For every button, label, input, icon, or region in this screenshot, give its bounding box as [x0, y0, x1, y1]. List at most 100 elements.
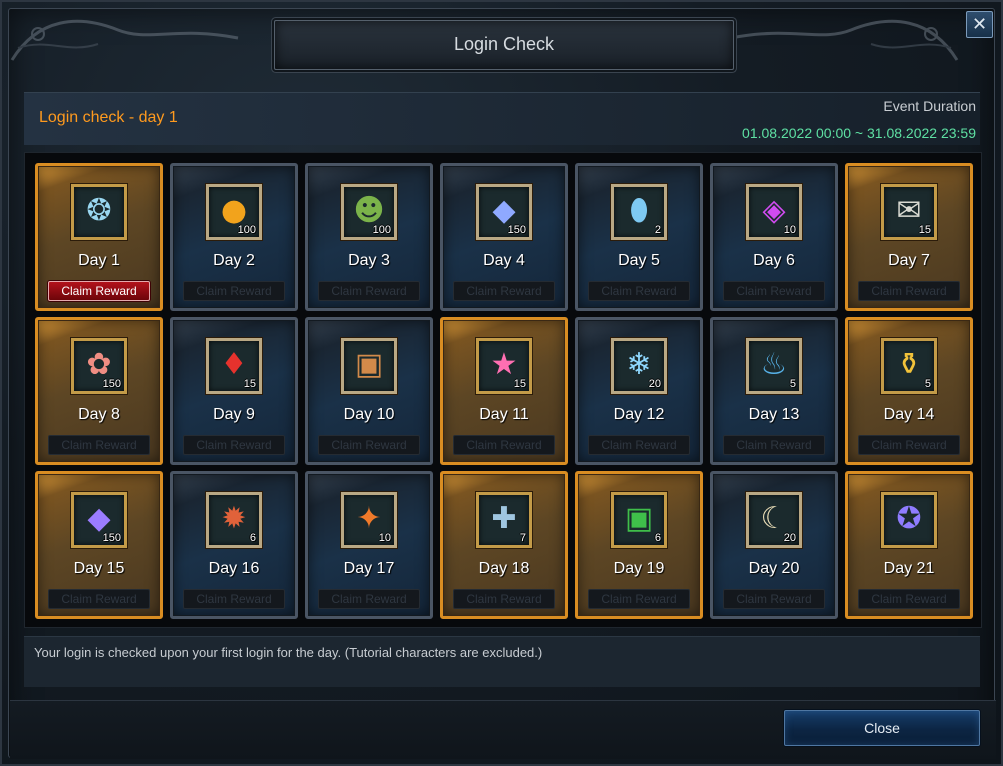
- reward-icon-frame[interactable]: ✚ 7: [476, 492, 532, 548]
- claim-reward-button: Claim Reward: [318, 435, 420, 455]
- reward-card[interactable]: ⚱ 5 Day 14 Claim Reward: [845, 317, 973, 465]
- reward-day-label: Day 11: [479, 406, 529, 423]
- title-bar: Login Check: [274, 20, 734, 70]
- reward-quantity: 10: [783, 224, 796, 236]
- window-title: Login Check: [453, 34, 555, 54]
- close-button[interactable]: Close: [784, 710, 980, 746]
- reward-icon-frame[interactable]: ◆ 150: [476, 184, 532, 240]
- reward-card[interactable]: ☻ 100 Day 3 Claim Reward: [305, 163, 433, 311]
- reward-day-label: Day 20: [748, 560, 800, 577]
- reward-card[interactable]: ✿ 150 Day 8 Claim Reward: [35, 317, 163, 465]
- claim-reward-button: Claim Reward: [48, 435, 150, 455]
- reward-card[interactable]: ▣ Day 10 Claim Reward: [305, 317, 433, 465]
- gift-box-icon: ▣: [354, 347, 384, 382]
- reward-icon-frame[interactable]: ✦ 10: [341, 492, 397, 548]
- reward-quantity: 150: [102, 378, 121, 390]
- reward-day-label: Day 15: [73, 560, 125, 577]
- reward-card[interactable]: ✦ 10 Day 17 Claim Reward: [305, 471, 433, 619]
- reward-icon-frame[interactable]: ☾ 20: [746, 492, 802, 548]
- reward-card[interactable]: ✪ Day 21 Claim Reward: [845, 471, 973, 619]
- reward-quantity: 10: [378, 532, 391, 544]
- reward-quantity: 150: [102, 532, 121, 544]
- reward-icon-frame[interactable]: ⚱ 5: [881, 338, 937, 394]
- reward-day-label: Day 19: [613, 560, 665, 577]
- reward-day-label: Day 5: [618, 252, 660, 269]
- reward-quantity: 15: [513, 378, 526, 390]
- close-icon[interactable]: ✕: [966, 11, 993, 38]
- reward-icon-frame[interactable]: ★ 15: [476, 338, 532, 394]
- reward-icon-frame[interactable]: ● 100: [206, 184, 262, 240]
- reward-day-label: Day 17: [343, 560, 395, 577]
- reward-day-label: Day 3: [348, 252, 390, 269]
- claim-reward-button: Claim Reward: [588, 589, 690, 609]
- reward-day-label: Day 21: [883, 560, 935, 577]
- reward-day-label: Day 4: [483, 252, 525, 269]
- reward-quantity: 20: [783, 532, 796, 544]
- reward-quantity: 7: [519, 532, 526, 544]
- claim-reward-button: Claim Reward: [858, 281, 960, 301]
- claim-reward-button: Claim Reward: [318, 589, 420, 609]
- reward-card[interactable]: ◆ 150 Day 4 Claim Reward: [440, 163, 568, 311]
- reward-icon-frame[interactable]: ▣: [341, 338, 397, 394]
- reward-card[interactable]: ⬮ 2 Day 5 Claim Reward: [575, 163, 703, 311]
- claim-reward-button[interactable]: Claim Reward: [48, 281, 150, 301]
- reward-quantity: 150: [507, 224, 526, 236]
- reward-day-label: Day 14: [883, 406, 935, 423]
- event-duration-range: 01.08.2022 00:00 ~ 31.08.2022 23:59: [742, 125, 976, 141]
- reward-card[interactable]: ♨ 5 Day 13 Claim Reward: [710, 317, 838, 465]
- reward-icon-frame[interactable]: ❂: [71, 184, 127, 240]
- reward-icon-frame[interactable]: ✉ 15: [881, 184, 937, 240]
- claim-reward-button: Claim Reward: [453, 589, 555, 609]
- reward-card[interactable]: ● 100 Day 2 Claim Reward: [170, 163, 298, 311]
- claim-reward-button: Claim Reward: [858, 435, 960, 455]
- reward-card[interactable]: ♦ 15 Day 9 Claim Reward: [170, 317, 298, 465]
- reward-icon-frame[interactable]: ✪: [881, 492, 937, 548]
- reward-quantity: 6: [249, 532, 256, 544]
- reward-card[interactable]: ❄ 20 Day 12 Claim Reward: [575, 317, 703, 465]
- reward-icon-frame[interactable]: ⬮ 2: [611, 184, 667, 240]
- reward-card[interactable]: ✹ 6 Day 16 Claim Reward: [170, 471, 298, 619]
- claim-reward-button: Claim Reward: [183, 281, 285, 301]
- left-ornament-icon: [10, 19, 239, 61]
- reward-icon-frame[interactable]: ◈ 10: [746, 184, 802, 240]
- reward-card[interactable]: ❂ Day 1 Claim Reward: [35, 163, 163, 311]
- spellbook-icon: ✪: [896, 501, 922, 536]
- reward-card[interactable]: ▣ 6 Day 19 Claim Reward: [575, 471, 703, 619]
- claim-reward-button: Claim Reward: [453, 435, 555, 455]
- reward-card[interactable]: ☾ 20 Day 20 Claim Reward: [710, 471, 838, 619]
- claim-reward-button: Claim Reward: [723, 589, 825, 609]
- login-note: Your login is checked upon your first lo…: [34, 645, 543, 660]
- reward-icon-frame[interactable]: ☻ 100: [341, 184, 397, 240]
- right-ornament-icon: [730, 19, 959, 61]
- reward-icon-frame[interactable]: ✹ 6: [206, 492, 262, 548]
- claim-reward-button: Claim Reward: [858, 589, 960, 609]
- current-login-day: Login check - day 1: [39, 109, 178, 126]
- reward-day-label: Day 18: [478, 560, 530, 577]
- reward-icon-frame[interactable]: ♨ 5: [746, 338, 802, 394]
- reward-day-label: Day 2: [213, 252, 255, 269]
- reward-card[interactable]: ★ 15 Day 11 Claim Reward: [440, 317, 568, 465]
- reward-card[interactable]: ✉ 15 Day 7 Claim Reward: [845, 163, 973, 311]
- reward-icon-frame[interactable]: ❄ 20: [611, 338, 667, 394]
- note-bar: Your login is checked upon your first lo…: [24, 636, 980, 687]
- reward-day-label: Day 12: [613, 406, 665, 423]
- reward-icon-frame[interactable]: ◆ 150: [71, 492, 127, 548]
- event-duration-label: Event Duration: [883, 98, 976, 114]
- reward-icon-frame[interactable]: ♦ 15: [206, 338, 262, 394]
- reward-day-label: Day 13: [748, 406, 800, 423]
- claim-reward-button: Claim Reward: [588, 435, 690, 455]
- reward-quantity: 15: [918, 224, 931, 236]
- reward-icon-frame[interactable]: ✿ 150: [71, 338, 127, 394]
- reward-day-label: Day 9: [213, 406, 255, 423]
- claim-reward-button: Claim Reward: [48, 589, 150, 609]
- claim-reward-button: Claim Reward: [318, 281, 420, 301]
- reward-quantity: 20: [648, 378, 661, 390]
- claim-reward-button: Claim Reward: [588, 281, 690, 301]
- claim-reward-button: Claim Reward: [453, 281, 555, 301]
- reward-card[interactable]: ◈ 10 Day 6 Claim Reward: [710, 163, 838, 311]
- reward-card[interactable]: ✚ 7 Day 18 Claim Reward: [440, 471, 568, 619]
- claim-reward-button: Claim Reward: [723, 281, 825, 301]
- reward-quantity: 100: [237, 224, 256, 236]
- reward-card[interactable]: ◆ 150 Day 15 Claim Reward: [35, 471, 163, 619]
- reward-icon-frame[interactable]: ▣ 6: [611, 492, 667, 548]
